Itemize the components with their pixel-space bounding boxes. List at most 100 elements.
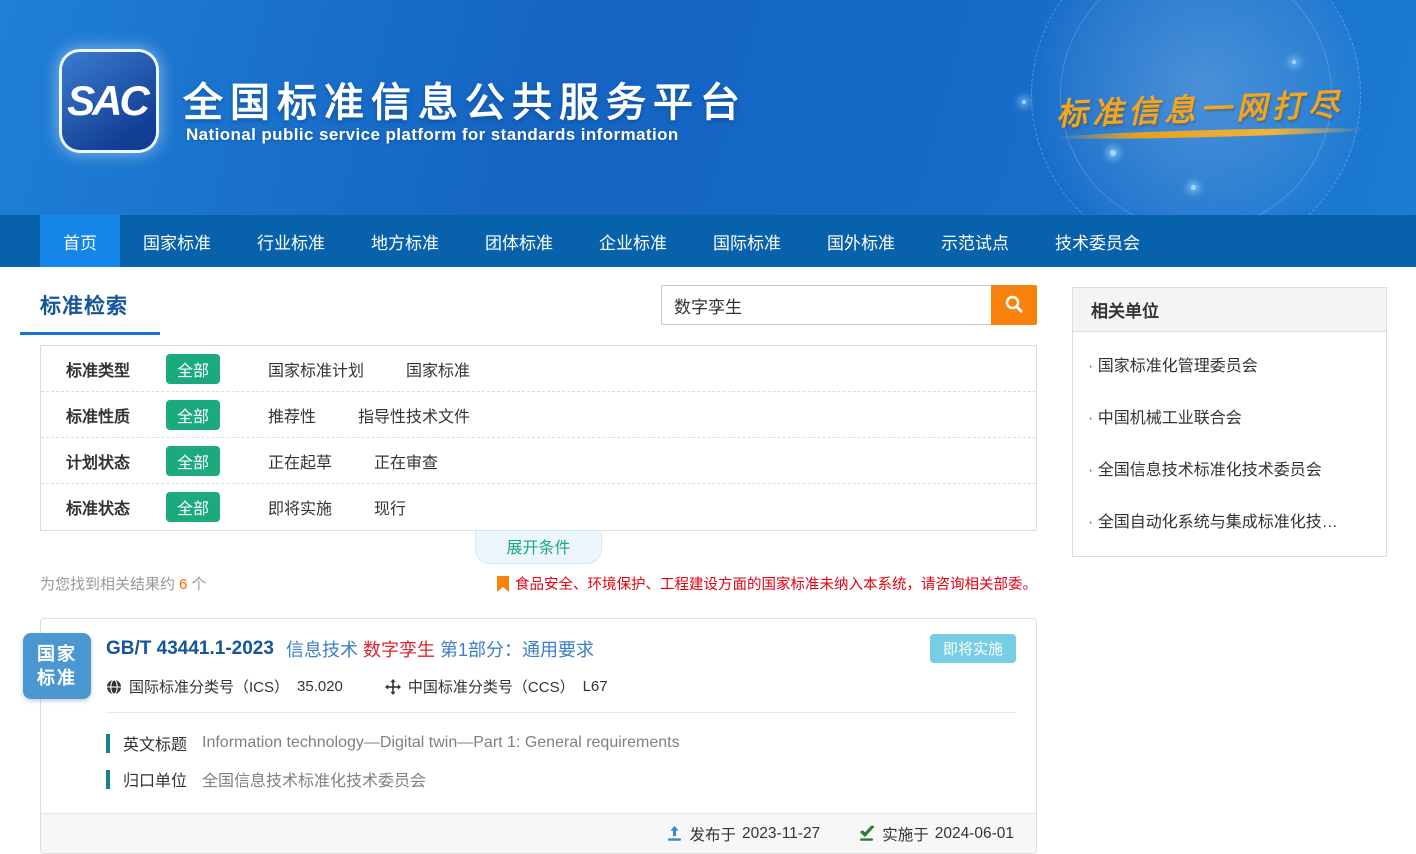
search-button[interactable] [991,285,1037,325]
detail-bar [106,770,110,789]
ics-meta: 国际标准分类号（ICS） 35.020 [106,676,343,697]
filter-selected-badge[interactable]: 全部 [166,492,220,522]
standard-result-card: 国家 标准 GB/T 43441.1-2023 信息技术 数字孪生 第1部分：通… [40,618,1037,854]
nav-item-industry-standards[interactable]: 行业标准 [234,215,348,267]
card-footer: 发布于 2023-11-27 实施于 2024-06-01 [41,813,1036,853]
filter-row-standard-status: 标准状态 全部 即将实施 现行 [41,484,1036,530]
card-meta-row: 国际标准分类号（ICS） 35.020 中国标准分类号（CCS） L67 [106,676,1016,712]
filter-option[interactable]: 正在起草 [268,449,332,473]
related-unit-link[interactable]: 全国信息技术标准化技术委员会 [1073,442,1386,494]
main-nav: 首页 国家标准 行业标准 地方标准 团体标准 企业标准 国际标准 国外标准 示范… [0,215,1416,267]
filter-label: 标准状态 [66,495,166,519]
sac-logo[interactable]: SAC [62,52,156,150]
filter-option[interactable]: 现行 [374,495,406,519]
implemented-date-item: 实施于 2024-06-01 [858,823,1014,845]
implemented-label: 实施于 [882,823,929,845]
filter-selected-badge[interactable]: 全部 [166,446,220,476]
title-part2: 第1部分：通用要求 [440,640,594,660]
move-arrows-icon [385,679,401,695]
search-icon [1004,294,1024,317]
bookmark-icon [497,576,509,592]
notice-text: 食品安全、环境保护、工程建设方面的国家标准未纳入本系统，请咨询相关部委。 [515,573,1037,594]
detail-row-committee: 归口单位 全国信息技术标准化技术委员会 [106,767,1016,791]
filter-option[interactable]: 指导性技术文件 [358,403,470,427]
ics-label: 国际标准分类号（ICS） [129,676,289,697]
glow-dot [1022,100,1026,104]
filter-row-standard-nature: 标准性质 全部 推荐性 指导性技术文件 [41,392,1036,438]
filter-row-standard-type: 标准类型 全部 国家标准计划 国家标准 [41,346,1036,392]
platform-subtitle: National public service platform for sta… [186,125,679,145]
filter-row-plan-status: 计划状态 全部 正在起草 正在审查 [41,438,1036,484]
system-notice: 食品安全、环境保护、工程建设方面的国家标准未纳入本系统，请咨询相关部委。 [497,573,1037,594]
related-unit-link[interactable]: 国家标准化管理委员会 [1073,338,1386,390]
title-highlight: 数字孪生 [363,640,435,660]
related-units-list: 国家标准化管理委员会 中国机械工业联合会 全国信息技术标准化技术委员会 全国自动… [1073,332,1386,556]
ccs-meta: 中国标准分类号（CCS） L67 [385,676,608,697]
type-badge-line1: 国家 [37,642,77,666]
standard-title-link[interactable]: GB/T 43441.1-2023 信息技术 数字孪生 第1部分：通用要求 即将… [106,634,1016,663]
nav-item-local-standards[interactable]: 地方标准 [348,215,462,267]
related-unit-link[interactable]: 全国自动化系统与集成标准化技… [1073,494,1386,546]
detail-label: 英文标题 [123,731,187,755]
filter-label: 标准类型 [66,357,166,381]
filter-option[interactable]: 国家标准 [406,357,470,381]
implemented-date: 2024-06-01 [935,825,1014,843]
filter-panel: 标准类型 全部 国家标准计划 国家标准 标准性质 全部 推荐性 指导性技术文件 … [40,345,1037,531]
result-count-suffix: 个 [191,576,206,593]
standard-type-badge: 国家 标准 [23,633,91,699]
implement-check-icon [858,825,875,842]
filter-option[interactable]: 即将实施 [268,495,332,519]
nav-item-technical-committee[interactable]: 技术委员会 [1032,215,1163,267]
title-part1: 信息技术 [286,640,358,660]
nav-item-international-standards[interactable]: 国际标准 [690,215,804,267]
expand-conditions-button[interactable]: 展开条件 [475,530,601,564]
nav-item-enterprise-standards[interactable]: 企业标准 [576,215,690,267]
nav-item-pilot[interactable]: 示范试点 [918,215,1032,267]
glow-dot [1110,150,1116,156]
page-title: 标准检索 [40,285,128,320]
nav-item-foreign-standards[interactable]: 国外标准 [804,215,918,267]
result-count-number: 6 [179,576,187,593]
published-date-item: 发布于 2023-11-27 [666,823,821,845]
nav-item-group-standards[interactable]: 团体标准 [462,215,576,267]
nav-item-national-standards[interactable]: 国家标准 [120,215,234,267]
published-label: 发布于 [690,823,737,845]
standard-title: 信息技术 数字孪生 第1部分：通用要求 [286,636,594,662]
related-unit-link[interactable]: 中国机械工业联合会 [1073,390,1386,442]
status-badge: 即将实施 [930,634,1016,663]
search-section: 标准检索 [40,285,1037,345]
filter-selected-badge[interactable]: 全部 [166,400,220,430]
glow-dot [1191,185,1196,190]
ics-value: 35.020 [297,678,343,695]
detail-row-english-title: 英文标题 Information technology—Digital twin… [106,731,1016,755]
ccs-value: L67 [583,678,608,695]
glow-dot [1292,60,1296,64]
title-underline [20,332,160,335]
ccs-label: 中国标准分类号（CCS） [408,676,575,697]
detail-label: 归口单位 [123,767,187,791]
search-input[interactable] [661,285,991,325]
detail-bar [106,734,110,753]
filter-option[interactable]: 国家标准计划 [268,357,364,381]
filter-label: 标准性质 [66,403,166,427]
nav-item-home[interactable]: 首页 [40,215,120,267]
filter-option[interactable]: 推荐性 [268,403,316,427]
detail-value: Information technology—Digital twin—Part… [202,734,680,752]
filter-option[interactable]: 正在审查 [374,449,438,473]
related-units-title: 相关单位 [1073,288,1386,332]
result-count-prefix: 为您找到相关结果约 [40,576,175,593]
filter-label: 计划状态 [66,449,166,473]
type-badge-line2: 标准 [37,666,77,690]
results-summary-row: 为您找到相关结果约6个 食品安全、环境保护、工程建设方面的国家标准未纳入本系统，… [40,573,1037,594]
page-header: SAC 全国标准信息公共服务平台 National public service… [0,0,1416,215]
search-box [661,285,1037,325]
filter-selected-badge[interactable]: 全部 [166,354,220,384]
main-column: 标准检索 标准类型 全部 国家标准计划 国家标准 标准性质 全部 推荐性 指导性… [40,285,1037,854]
publish-upload-icon [666,825,683,842]
published-date: 2023-11-27 [742,825,820,843]
globe-icon [106,679,122,695]
result-count: 为您找到相关结果约6个 [40,573,206,594]
card-details: 英文标题 Information technology—Digital twin… [106,712,1016,807]
platform-title: 全国标准信息公共服务平台 [183,70,747,128]
sac-logo-text: SAC [67,77,151,125]
